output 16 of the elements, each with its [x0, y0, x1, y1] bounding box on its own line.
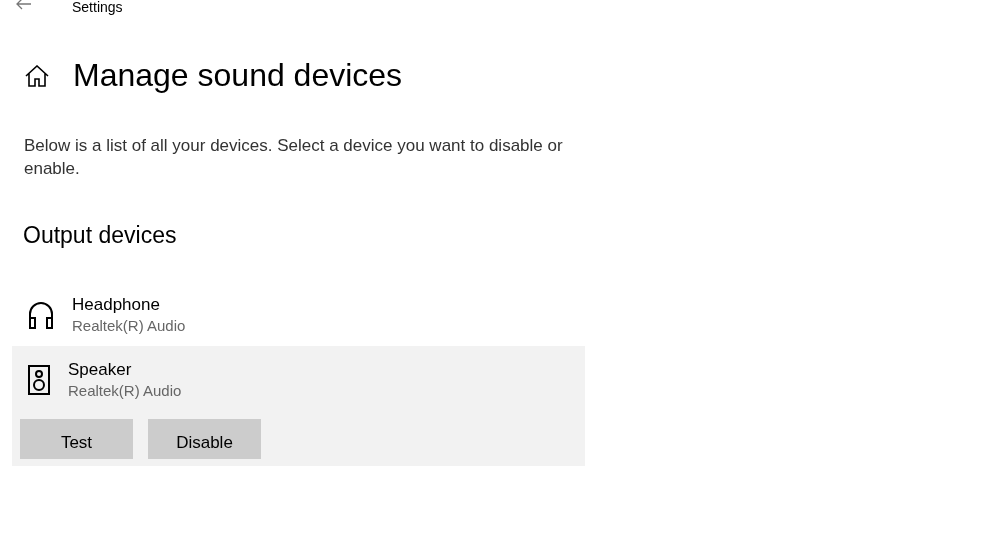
window-title: Settings: [72, 0, 123, 14]
device-item[interactable]: Headphone Realtek(R) Audio: [12, 281, 585, 340]
device-action-button[interactable]: Disable: [148, 419, 261, 459]
description-text: Below is a list of all your devices. Select a device you want to disable or enable.: [24, 135, 564, 180]
device-name: Speaker: [68, 360, 133, 380]
device-driver: Realtek(R) Audio: [68, 382, 182, 399]
section-title: Output devices: [23, 222, 178, 249]
page-title: Manage sound devices: [73, 57, 403, 94]
home-icon[interactable]: [25, 64, 49, 87]
device-action-button[interactable]: Test: [20, 419, 133, 459]
device-name: Headphone: [72, 295, 161, 315]
headphone-icon: [28, 300, 54, 329]
speaker-icon: [28, 364, 50, 395]
back-icon[interactable]: [16, 0, 32, 10]
device-item-selected[interactable]: Speaker Realtek(R) Audio Test Disable: [12, 346, 585, 466]
device-driver: Realtek(R) Audio: [72, 317, 186, 334]
